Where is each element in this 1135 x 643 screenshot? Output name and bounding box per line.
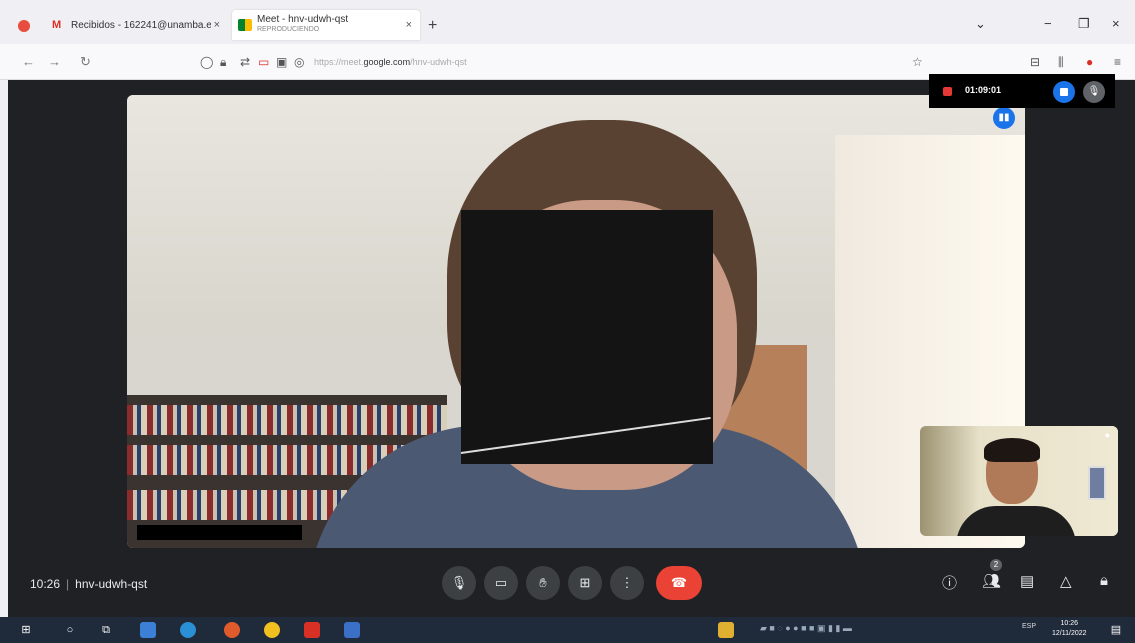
tray-icons[interactable]: ▰ ■ ◌ ● ● ■ ■ ▣ ▮ ▮ ▬ [760,623,852,634]
people-icon[interactable]: 👥︎ [982,572,1001,590]
self-video-tile[interactable]: ● [920,426,1118,536]
meeting-details-icon[interactable]: ⓘ [942,572,957,593]
meeting-code: hnv-udwh-qst [75,577,148,591]
tab-gmail-close-icon[interactable]: × [214,19,220,31]
url-path: /hnv-udwh-qst [410,57,467,67]
pocket-icon[interactable]: ⊟ [1030,55,1040,69]
meeting-info: 10:26 | hnv-udwh-qst [30,577,147,591]
forward-icon[interactable]: → [48,54,61,69]
permissions-icon[interactable]: ⇄ [240,55,250,69]
stop-recording-button[interactable] [1053,81,1075,103]
gmail-icon: M [52,19,62,31]
tab-gmail[interactable]: M Recibidos - 162241@unamba.e × [48,10,228,40]
task-view-icon[interactable]: ⧉ [98,622,114,638]
recording-dot-icon [943,87,952,96]
chrome-icon[interactable] [264,622,280,638]
reload-icon[interactable]: ↻ [80,54,91,70]
taskbar-date: 12/11/2022 [1052,630,1087,637]
main-video-tile[interactable] [127,95,1025,548]
language-indicator[interactable]: ESP [1022,623,1036,630]
tab-meet[interactable]: Meet - hnv-udwh-qst REPRODUCIENDO × [232,10,420,40]
speaking-indicator-icon: ▮▮ [993,107,1015,129]
chat-icon[interactable]: ▤ [1020,572,1034,590]
taskbar-clock[interactable]: 10:26 12/11/2022 [1052,619,1087,639]
extension-icon[interactable]: ● [1086,55,1093,69]
redaction-line [460,416,711,454]
notifications-icon[interactable]: ▤ [1108,622,1124,638]
shield-icon[interactable]: ◯ [200,55,213,69]
library-icon[interactable]: ⫼ [1058,55,1064,70]
name-redaction [137,525,302,540]
app-icon[interactable] [344,622,360,638]
url-bar[interactable]: https://meet.google.com/hnv-udwh-qst [314,57,467,67]
file-explorer-icon[interactable] [140,622,156,638]
self-video-more-icon[interactable]: ● [1105,430,1110,440]
microphone-sharing-icon[interactable]: ▣ [276,55,287,69]
tab-gmail-label: Recibidos - 162241@unamba.e [71,19,211,31]
end-call-button[interactable]: ☎︎ [656,566,702,600]
firefox-icon[interactable] [224,622,240,638]
edge-icon[interactable] [180,622,196,638]
autoplay-icon[interactable]: ◎ [294,55,304,69]
browser-window: M Recibidos - 162241@unamba.e × Meet - h… [0,0,1135,643]
lock-icon[interactable]: 🔒︎ [220,55,226,70]
tab-bar: M Recibidos - 162241@unamba.e × Meet - h… [0,0,1135,44]
camera-icon: ▭ [494,575,508,590]
windows-start-icon[interactable]: ⊞ [18,622,34,638]
office-icon[interactable] [304,622,320,638]
list-tabs-icon[interactable]: ⌄ [975,16,986,32]
taskbar: ⊞ ○ ⧉ ▰ ■ ◌ ● ● ■ ■ ▣ ▮ ▮ ▬ ESP 10:26 12… [0,617,1135,643]
bookmark-star-icon[interactable]: ☆ [912,55,923,69]
meeting-time: 10:26 [30,577,61,591]
browser-app-icon[interactable] [18,20,30,32]
host-controls-icon[interactable]: 🔒︎ [1100,572,1108,589]
minimize-button[interactable]: − [1044,16,1052,31]
url-prefix: https://meet. [314,57,364,67]
new-tab-button[interactable]: + [428,17,437,35]
camera-sharing-icon[interactable]: ▭ [258,55,269,69]
menu-icon[interactable]: ≡ [1114,55,1121,69]
more-options-button[interactable]: ⋮ [610,566,644,600]
restore-button[interactable]: ❐ [1078,16,1090,32]
tab-meet-close-icon[interactable]: × [406,19,412,31]
back-icon[interactable]: ← [22,54,35,69]
hand-icon: ✋︎ [539,575,547,590]
microphone-icon: 🎙︎ [450,575,468,590]
self-video-picture-frame [1088,466,1106,500]
self-person-hair [984,438,1040,462]
present-icon: ⊞ [579,575,591,590]
more-vert-icon: ⋮ [620,575,634,590]
recording-widget: 01:09:01 🎙︎ [929,74,1115,108]
recording-timer: 01:09:01 [965,85,1002,95]
microphone-button[interactable]: 🎙︎ [442,566,476,600]
camera-button[interactable]: ▭ [484,566,518,600]
weather-icon[interactable] [718,622,734,638]
activities-icon[interactable]: △ [1060,572,1072,590]
present-button[interactable]: ⊞ [568,566,602,600]
meeting-separator: | [66,577,70,591]
taskbar-time: 10:26 [1060,620,1079,627]
phone-hangup-icon: ☎︎ [670,575,688,590]
search-icon[interactable]: ○ [62,622,78,638]
tab-meet-playing-label: REPRODUCIENDO [257,26,320,33]
raise-hand-button[interactable]: ✋︎ [526,566,560,600]
recording-mic-button[interactable]: 🎙︎ [1083,81,1105,103]
face-redaction [460,210,713,464]
url-domain: google.com [363,57,411,67]
close-window-button[interactable]: × [1112,16,1120,31]
video-books-row [127,405,447,435]
participant-count-badge: 2 [990,559,1002,571]
tab-meet-label: Meet - hnv-udwh-qst [257,14,349,25]
meet-icon [238,19,252,31]
